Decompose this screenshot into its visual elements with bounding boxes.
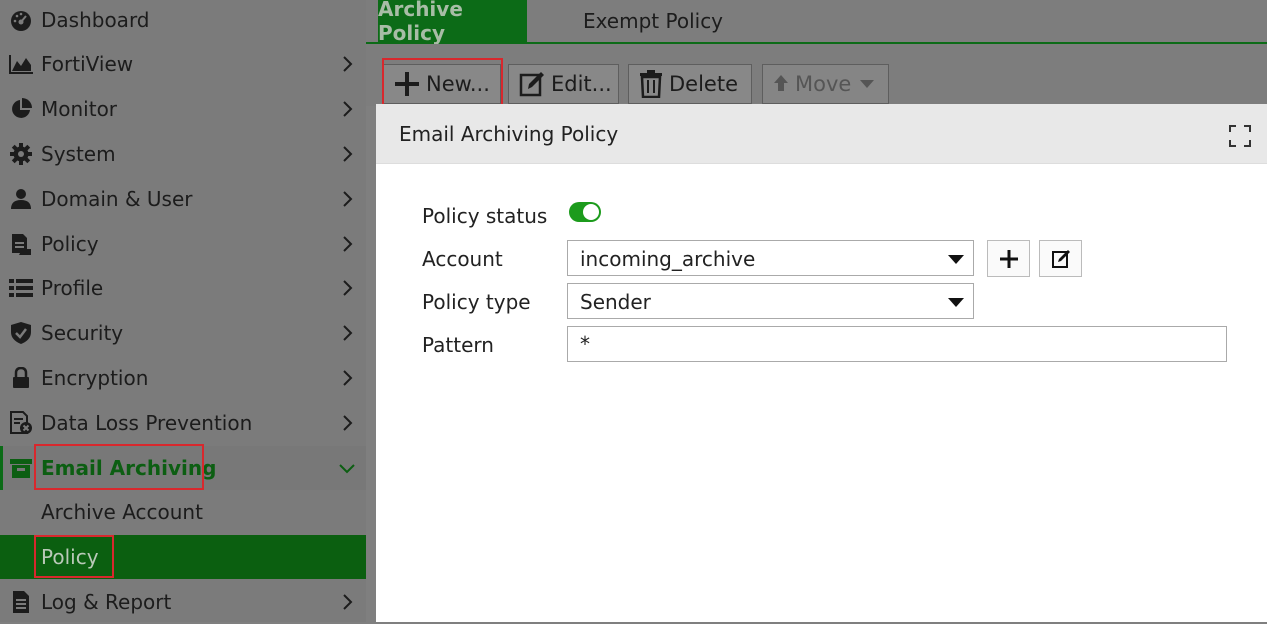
sidebar-item-label: System (41, 142, 116, 166)
delete-button-label: Delete (669, 72, 738, 96)
toggle-knob (583, 204, 599, 220)
user-icon (8, 188, 34, 210)
chevron-right-icon (343, 280, 353, 296)
chevron-right-icon (343, 415, 353, 431)
email-archiving-policy-dialog: Email Archiving Policy Policy status Acc… (376, 104, 1267, 622)
sidebar-item-label: Domain & User (41, 187, 193, 211)
tab-bar: Archive Policy Exempt Policy (366, 0, 1267, 45)
chevron-right-icon (343, 146, 353, 162)
sidebar-item-fortiview[interactable]: FortiView (0, 42, 366, 86)
sidebar-subitem-archive-account[interactable]: Archive Account (0, 490, 366, 534)
sidebar-item-domain-user[interactable]: Domain & User (0, 177, 366, 221)
sidebar-item-monitor[interactable]: Monitor (0, 87, 366, 131)
plus-icon (999, 249, 1018, 268)
dialog-title: Email Archiving Policy (399, 122, 619, 146)
account-select-value: incoming_archive (580, 247, 756, 271)
chevron-right-icon (343, 236, 353, 252)
edit-account-button[interactable] (1039, 240, 1082, 277)
sidebar-item-label: Policy (41, 545, 99, 569)
chevron-right-icon (343, 56, 353, 72)
arrow-up-icon (774, 75, 788, 91)
sidebar-item-label: Profile (41, 276, 104, 300)
caret-down-icon (948, 298, 964, 307)
pattern-label: Pattern (422, 333, 494, 357)
sidebar-item-label: Encryption (41, 366, 149, 390)
sidebar-item-label: Data Loss Prevention (41, 411, 253, 435)
edit-button-label: Edit... (551, 72, 612, 96)
trash-icon (640, 70, 662, 98)
dashboard-gauge-icon (8, 9, 34, 31)
sidebar-subitem-policy[interactable]: Policy (0, 535, 366, 579)
chevron-right-icon (343, 191, 353, 207)
sidebar-item-data-loss-prevention[interactable]: Data Loss Prevention (0, 401, 366, 445)
delete-button[interactable]: Delete (628, 64, 752, 104)
sidebar-item-label: Dashboard (41, 8, 150, 32)
sidebar-item-label: Email Archiving (41, 456, 217, 480)
edit-icon (519, 72, 544, 97)
sidebar-item-system[interactable]: System (0, 132, 366, 176)
sidebar-item-dashboard[interactable]: Dashboard (0, 0, 366, 42)
pie-chart-icon (8, 98, 34, 120)
sidebar: Dashboard FortiView Monitor System Domai… (0, 0, 366, 622)
shield-check-icon (8, 322, 34, 344)
edit-icon (1051, 249, 1070, 268)
lock-icon (8, 367, 34, 389)
tab-archive-policy[interactable]: Archive Policy (378, 0, 527, 45)
gear-icon (8, 143, 34, 165)
add-account-button[interactable] (987, 240, 1030, 277)
sidebar-item-profile[interactable]: Profile (0, 266, 366, 310)
new-button[interactable]: New... (383, 64, 501, 104)
policy-type-select-value: Sender (580, 290, 651, 314)
sidebar-item-label: Log & Report (41, 590, 172, 614)
sidebar-item-encryption[interactable]: Encryption (0, 356, 366, 400)
chevron-right-icon (343, 370, 353, 386)
caret-down-icon (948, 255, 964, 264)
sidebar-item-label: Archive Account (41, 500, 203, 524)
edit-button[interactable]: Edit... (508, 64, 619, 104)
account-label: Account (422, 247, 503, 271)
sidebar-item-policy[interactable]: Policy (0, 222, 366, 266)
chevron-right-icon (343, 101, 353, 117)
chevron-right-icon (343, 325, 353, 341)
policy-status-toggle[interactable] (569, 202, 601, 222)
document-x-icon (8, 411, 34, 434)
tab-exempt-policy[interactable]: Exempt Policy (570, 0, 736, 42)
move-button-label: Move (795, 72, 852, 96)
policy-type-label: Policy type (422, 290, 531, 314)
sidebar-item-email-archiving[interactable]: Email Archiving (0, 446, 366, 490)
sidebar-item-label: FortiView (41, 52, 134, 76)
chevron-right-icon (343, 594, 353, 610)
caret-down-icon (860, 80, 875, 88)
sidebar-item-log-report[interactable]: Log & Report (0, 580, 366, 624)
list-icon (8, 277, 34, 299)
pattern-input[interactable] (567, 326, 1227, 362)
sidebar-item-security[interactable]: Security (0, 311, 366, 355)
sidebar-item-label: Monitor (41, 97, 118, 121)
dialog-header: Email Archiving Policy (376, 104, 1267, 164)
move-button[interactable]: Move (762, 64, 889, 104)
policy-status-label: Policy status (422, 204, 548, 228)
policy-document-icon (8, 233, 34, 255)
sidebar-item-label: Security (41, 321, 124, 345)
chevron-down-icon (339, 464, 355, 474)
new-button-label: New... (426, 72, 490, 96)
account-select[interactable]: incoming_archive (567, 240, 974, 276)
policy-type-select[interactable]: Sender (567, 283, 974, 319)
sidebar-item-label: Policy (41, 232, 99, 256)
archive-box-icon (8, 457, 34, 479)
report-document-icon (8, 591, 34, 613)
area-chart-icon (8, 53, 34, 75)
plus-icon (395, 72, 419, 96)
maximize-icon[interactable] (1229, 125, 1251, 147)
toolbar: New... Edit... Delete Move (366, 44, 1267, 106)
